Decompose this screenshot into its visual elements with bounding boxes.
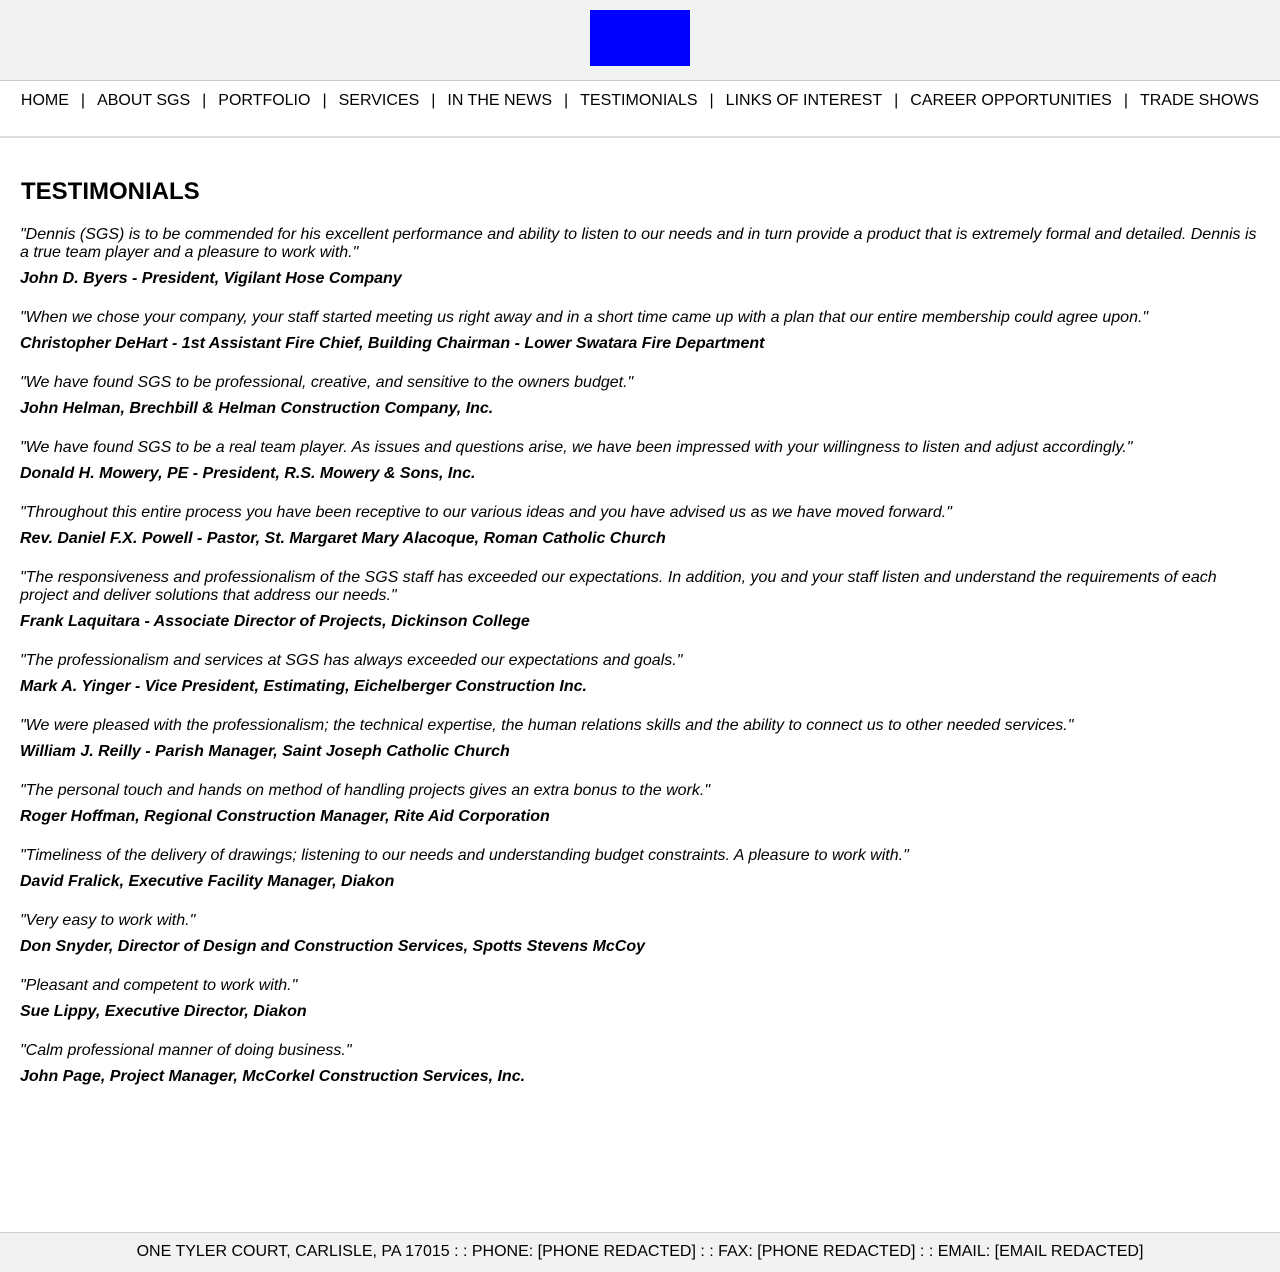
testimonial-author: Mark A. Yinger - Vice President, Estimat… <box>20 678 587 695</box>
testimonial-author: Rev. Daniel F.X. Powell - Pastor, St. Ma… <box>20 530 666 547</box>
testimonial: "Dennis (SGS) is to be commended for his… <box>20 226 1260 288</box>
page-title: TESTIMONIALS <box>21 178 200 205</box>
testimonial-quote: "Very easy to work with." <box>20 912 196 929</box>
testimonial-author: Don Snyder, Director of Design and Const… <box>20 938 646 955</box>
nav-item-testimonials[interactable]: TESTIMONIALS <box>580 92 697 109</box>
nav-item-portfolio[interactable]: PORTFOLIO <box>218 92 310 109</box>
testimonial-author: John Helman, Brechbill & Helman Construc… <box>20 400 494 417</box>
testimonial-quote: "The responsiveness and professionalism … <box>20 569 1217 604</box>
nav-separator: | <box>80 92 86 109</box>
testimonial-quote: "Pleasant and competent to work with." <box>20 977 298 994</box>
testimonial-quote: "We have found SGS to be professional, c… <box>20 374 634 391</box>
testimonial-quote: "When we chose your company, your staff … <box>20 309 1149 326</box>
testimonial: "Pleasant and competent to work with." S… <box>20 977 1260 1021</box>
testimonial: "When we chose your company, your staff … <box>20 309 1260 353</box>
testimonial: "Timeliness of the delivery of drawings;… <box>20 847 1260 891</box>
site-footer: ONE TYLER COURT, CARLISLE, PA 17015 : : … <box>0 1232 1280 1272</box>
main-nav: HOME | ABOUT SGS | PORTFOLIO | SERVICES | IN THE… <box>0 81 1280 138</box>
testimonial: "Very easy to work with." Don Snyder, Di… <box>20 912 1260 956</box>
testimonial-author: Frank Laquitara - Associate Director of … <box>20 613 530 630</box>
nav-separator: | <box>894 92 899 109</box>
main-content: TESTIMONIALS "Dennis (SGS) is to be comm… <box>0 178 1280 1086</box>
testimonial-quote: "The personal touch and hands on method … <box>20 782 711 799</box>
testimonial-quote: "We have found SGS to be a real team pla… <box>20 439 1133 456</box>
testimonial-author: John D. Byers - President, Vigilant Hose… <box>20 270 402 287</box>
testimonial: "The personal touch and hands on method … <box>20 782 1260 826</box>
testimonial-quote: "The professionalism and services at SGS… <box>20 652 683 669</box>
testimonial-quote: "Calm professional manner of doing busin… <box>20 1042 352 1059</box>
testimonial-author: Donald H. Mowery, PE - President, R.S. M… <box>20 465 476 482</box>
footer-contact-text: ONE TYLER COURT, CARLISLE, PA 17015 : : … <box>136 1243 1144 1260</box>
testimonial: "We were pleased with the professionalis… <box>20 717 1260 761</box>
testimonial: "The responsiveness and professionalism … <box>20 569 1260 631</box>
testimonial-author: John Page, Project Manager, McCorkel Con… <box>20 1068 526 1085</box>
nav-item-in-the-news[interactable]: IN THE NEWS <box>447 92 552 109</box>
nav-item-career-opportunities[interactable]: CAREER OPPORTUNITIES <box>910 92 1112 109</box>
nav-separator: | <box>322 92 327 109</box>
testimonial-quote: "We were pleased with the professionalis… <box>20 717 1074 734</box>
nav-item-home[interactable]: HOME <box>21 92 69 109</box>
testimonial-author: David Fralick, Executive Facility Manage… <box>20 873 395 890</box>
testimonial-author: Christopher DeHart - 1st Assistant Fire … <box>20 335 765 352</box>
nav-separator: | <box>202 92 207 109</box>
nav-item-trade-shows[interactable]: TRADE SHOWS <box>1140 92 1259 109</box>
nav-item-services[interactable]: SERVICES <box>339 92 420 109</box>
site-header <box>0 0 1280 81</box>
testimonial-quote: "Dennis (SGS) is to be commended for his… <box>20 226 1257 261</box>
testimonial: "We have found SGS to be a real team pla… <box>20 439 1260 483</box>
nav-separator: | <box>564 92 569 109</box>
testimonial-author: Roger Hoffman, Regional Construction Man… <box>20 808 550 825</box>
site-logo[interactable] <box>590 10 690 66</box>
testimonial-author: Sue Lippy, Executive Director, Diakon <box>20 1003 307 1020</box>
testimonial: "The professionalism and services at SGS… <box>20 652 1260 696</box>
nav-separator: | <box>1123 92 1128 109</box>
nav-separator: | <box>431 92 436 109</box>
testimonial-quote: "Timeliness of the delivery of drawings;… <box>20 847 909 864</box>
nav-separator: | <box>709 92 714 109</box>
testimonial-author: William J. Reilly - Parish Manager, Sain… <box>20 743 510 760</box>
testimonial-quote: "Throughout this entire process you have… <box>20 504 952 521</box>
testimonial: "Calm professional manner of doing busin… <box>20 1042 1260 1086</box>
nav-item-links-of-interest[interactable]: LINKS OF INTEREST <box>726 92 882 109</box>
testimonial: "Throughout this entire process you have… <box>20 504 1260 548</box>
testimonial: "We have found SGS to be professional, c… <box>20 374 1260 418</box>
nav-item-about-sgs[interactable]: ABOUT SGS <box>97 92 190 109</box>
